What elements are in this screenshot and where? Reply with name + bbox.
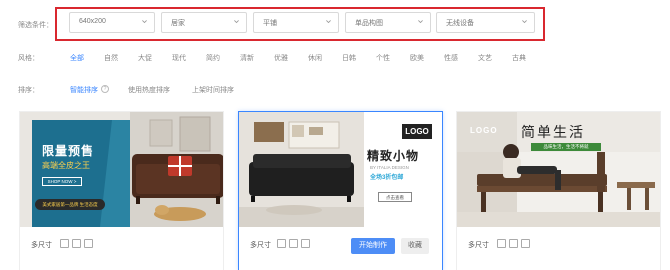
banner-title: 简单生活 [521, 124, 585, 140]
tablet-size-icon[interactable] [521, 239, 530, 248]
living-room-image [239, 112, 364, 227]
device-select-value: 无线设备 [446, 20, 474, 27]
sort-option-popularity[interactable]: 使用热度排序 [128, 85, 170, 95]
layout-select[interactable]: 平铺 [253, 12, 339, 33]
banner-logo: LOGO [402, 124, 432, 139]
multi-size-label: 多尺寸 [468, 242, 489, 249]
category-select-value: 居家 [171, 20, 185, 27]
sort-option-newest[interactable]: 上架时间排序 [192, 85, 234, 95]
image-size-icon[interactable] [497, 239, 506, 248]
chevron-down-icon [142, 20, 147, 24]
template-card[interactable]: 限量预售 高端全皮之王 SHOP NOW > 美式家居第一品牌 生活态度 多尺寸 [19, 111, 224, 270]
chevron-down-icon [522, 20, 527, 24]
monitor-size-icon[interactable] [289, 239, 298, 248]
template-card[interactable]: LOGO 精致小物 BY ITALIA DESIGN 全场3折包邮 点击查看 多… [238, 111, 443, 270]
sort-label: 排序： [18, 87, 39, 94]
chevron-down-icon [234, 20, 239, 24]
style-option-casual[interactable]: 休闲 [308, 53, 322, 63]
style-option-artsy[interactable]: 文艺 [478, 53, 492, 63]
banner-subtitle: 品味生活，生活不将就 [531, 143, 601, 151]
image-size-icon[interactable] [60, 239, 69, 248]
card-footer: 多尺寸 [20, 230, 223, 270]
start-making-button[interactable]: 开始制作 [351, 238, 395, 254]
multi-size-label: 多尺寸 [31, 242, 52, 249]
category-select[interactable]: 居家 [161, 12, 247, 33]
style-option-classic[interactable]: 古典 [512, 53, 526, 63]
banner-subtitle: 高端全皮之王 [42, 161, 90, 170]
template-card[interactable]: LOGO 简单生活 品味生活，生活不将就 多尺寸 [456, 111, 661, 270]
composition-select[interactable]: 单品构图 [345, 12, 431, 33]
template-thumbnail[interactable]: 限量预售 高端全皮之王 SHOP NOW > 美式家居第一品牌 生活态度 [20, 112, 223, 227]
image-size-icon[interactable] [277, 239, 286, 248]
style-label: 风格： [18, 55, 39, 62]
size-select[interactable]: 640x200 [69, 12, 155, 33]
banner-promo: 全场3折包邮 [370, 175, 404, 181]
layout-select-value: 平铺 [263, 20, 277, 27]
style-option-elegant[interactable]: 优雅 [274, 53, 288, 63]
style-option-unique[interactable]: 个性 [376, 53, 390, 63]
banner-tag: 美式家居第一品牌 生活态度 [35, 199, 105, 210]
chevron-down-icon [326, 20, 331, 24]
style-option-simple[interactable]: 简约 [206, 53, 220, 63]
composition-select-value: 单品构图 [355, 20, 383, 27]
style-option-fresh[interactable]: 清新 [240, 53, 254, 63]
banner-title: 限量预售 [42, 144, 95, 158]
banner-view-button: 点击查看 [378, 192, 412, 202]
style-option-sexy[interactable]: 性感 [444, 53, 458, 63]
card-footer: 多尺寸 [457, 230, 660, 270]
style-option-all[interactable]: 全部 [70, 53, 84, 63]
multi-size-label: 多尺寸 [250, 242, 271, 249]
filter-label: 筛选条件： [18, 22, 53, 29]
sort-option-smart[interactable]: 智能排序 [70, 85, 98, 95]
banner-logo: LOGO [470, 126, 498, 135]
monitor-size-icon[interactable] [72, 239, 81, 248]
style-option-natural[interactable]: 自然 [104, 53, 118, 63]
banner-brand: BY ITALIA DESIGN [370, 165, 409, 170]
style-option-western[interactable]: 欧美 [410, 53, 424, 63]
banner-shop-button: SHOP NOW > [42, 177, 82, 186]
monitor-size-icon[interactable] [509, 239, 518, 248]
chevron-down-icon [418, 20, 423, 24]
style-option-promo[interactable]: 大促 [138, 53, 152, 63]
style-option-jpkr[interactable]: 日韩 [342, 53, 356, 63]
card-footer: 多尺寸 开始制作 收藏 [239, 230, 442, 270]
device-select[interactable]: 无线设备 [436, 12, 535, 33]
size-select-value: 640x200 [79, 18, 106, 25]
tablet-size-icon[interactable] [301, 239, 310, 248]
template-thumbnail[interactable]: LOGO 简单生活 品味生活，生活不将就 [457, 112, 660, 227]
banner-title: 精致小物 [367, 149, 420, 163]
help-icon[interactable]: ? [101, 85, 109, 93]
tablet-size-icon[interactable] [84, 239, 93, 248]
template-thumbnail[interactable]: LOGO 精致小物 BY ITALIA DESIGN 全场3折包邮 点击查看 [239, 112, 442, 227]
favorite-button[interactable]: 收藏 [401, 238, 429, 254]
style-option-modern[interactable]: 现代 [172, 53, 186, 63]
